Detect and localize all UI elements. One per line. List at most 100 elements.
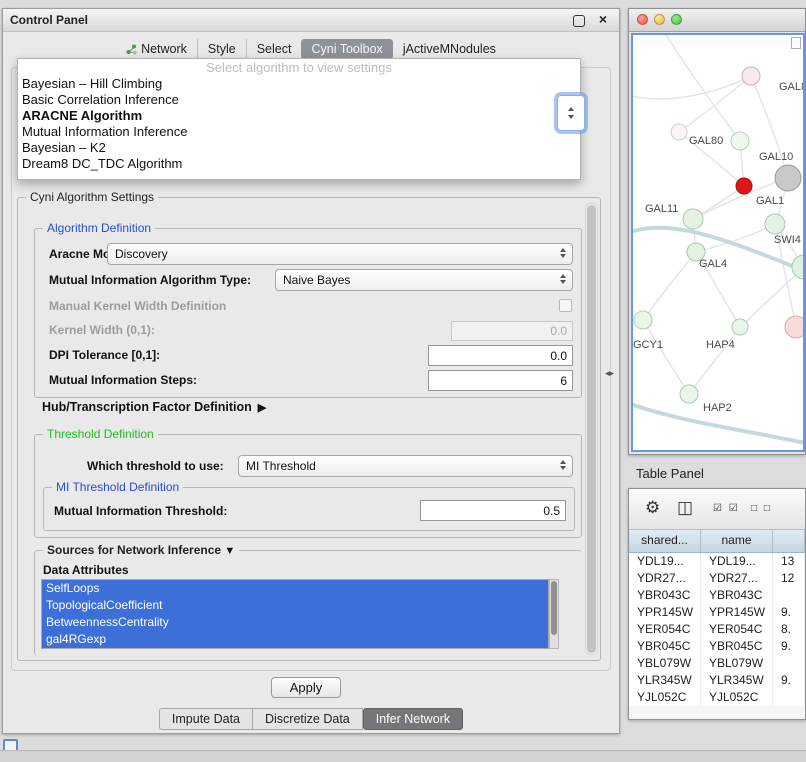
cell: YDL19... (629, 553, 701, 570)
algorithm-option[interactable]: Bayesian – Hill Climbing (18, 76, 580, 92)
algorithm-combo-stepper[interactable] (557, 95, 585, 131)
cell: YPR145W (701, 604, 773, 621)
aracne-mode-combobox[interactable]: Discovery (107, 243, 573, 265)
float-window-icon[interactable] (573, 15, 585, 27)
column-header-name[interactable]: name (701, 530, 773, 552)
column-header-partial[interactable] (773, 530, 805, 552)
cell: YDL19... (701, 553, 773, 570)
combo-stepper-icon (557, 274, 568, 284)
mi-threshold-field[interactable] (420, 500, 566, 521)
table-row[interactable]: YDL19... YDL19... 13 (629, 553, 805, 570)
algorithm-option[interactable]: Mutual Information Inference (18, 124, 580, 140)
settings-scrollbar[interactable] (585, 203, 598, 655)
scrollbar-thumb[interactable] (551, 581, 557, 635)
graph-node (731, 132, 749, 150)
cell: YBR043C (701, 587, 773, 604)
tab-infer-network[interactable]: Infer Network (363, 708, 463, 730)
tab-style[interactable]: Style (197, 39, 246, 59)
sources-group: Sources for Network Inference ▼ Data Att… (34, 550, 582, 656)
node-label: GAL4 (699, 258, 727, 270)
cell: YBR045C (701, 638, 773, 655)
scrollbar-thumb[interactable] (587, 205, 596, 653)
threshold-definition-title: Threshold Definition (43, 427, 158, 441)
apply-button[interactable]: Apply (271, 677, 341, 698)
cell: YBR045C (629, 638, 701, 655)
sources-toggle[interactable]: Sources for Network Inference ▼ (43, 543, 239, 557)
mi-type-combobox[interactable]: Naive Bayes (275, 269, 573, 291)
cell: YDR27... (701, 570, 773, 587)
cell: YDR27... (629, 570, 701, 587)
table-row[interactable]: YER054C YER054C 8. (629, 621, 805, 638)
mi-steps-field[interactable] (428, 370, 573, 391)
node-label: HAP4 (706, 339, 735, 351)
attribute-item-selected[interactable]: gal4RGexp (42, 631, 548, 648)
up-arrow-icon (568, 107, 574, 111)
hub-definition-toggle[interactable]: Hub/Transcription Factor Definition ▶ (42, 400, 266, 414)
network-canvas[interactable]: GAL8 GAL80 GAL10 GAL11 GAL1 SWI4 GAL4 GC… (631, 33, 805, 452)
manual-kernel-checkbox[interactable] (559, 299, 572, 312)
node-label: GAL1 (756, 195, 784, 207)
combo-stepper-icon (557, 248, 568, 258)
table-row[interactable]: YLR345W YLR345W 9. (629, 672, 805, 689)
algorithm-option-selected[interactable]: ARACNE Algorithm (18, 108, 580, 124)
cyni-algorithm-settings-group: Cyni Algorithm Settings Algorithm Defini… (17, 197, 601, 661)
attribute-item-selected[interactable]: SelfLoops (42, 580, 548, 597)
graph-node-hap2 (680, 385, 698, 403)
algorithm-option[interactable]: Basic Correlation Inference (18, 92, 580, 108)
graph-node-swi4 (792, 255, 805, 279)
zoom-traffic-light[interactable] (671, 14, 682, 25)
attribute-item-selected[interactable]: TopologicalCoefficient (42, 597, 548, 614)
column-header-shared[interactable]: shared... (629, 530, 701, 552)
algorithm-option[interactable]: Dream8 DC_TDC Algorithm (18, 156, 580, 172)
data-attributes-label: Data Attributes (43, 563, 129, 577)
table-row[interactable]: YBR045C YBR045C 9. (629, 638, 805, 655)
control-panel-tabs: Network Style Select Cyni Toolbox jActiv… (3, 39, 619, 59)
table-body: YDL19... YDL19... 13 YDR27... YDR27... 1… (629, 553, 805, 706)
which-threshold-combobox[interactable]: MI Threshold (238, 455, 573, 477)
panel-divider-handle[interactable]: ◂▸ (605, 368, 614, 379)
cell: YBL079W (629, 655, 701, 672)
cell: YBL079W (701, 655, 773, 672)
tab-select[interactable]: Select (246, 39, 302, 59)
table-row[interactable]: YBR043C YBR043C (629, 587, 805, 604)
table-row[interactable]: YBL079W YBL079W (629, 655, 805, 672)
graph-node-gcy1 (634, 311, 652, 329)
manual-kernel-label: Manual Kernel Width Definition (49, 299, 226, 313)
table-row[interactable]: YPR145W YPR145W 9. (629, 604, 805, 621)
table-panel-window: ⚙ ◫ ☑ ☑ □ □ shared... name YDL19... YDL1… (628, 488, 806, 720)
table-row[interactable]: YDR27... YDR27... 12 (629, 570, 805, 587)
cell (773, 587, 805, 604)
tab-label: jActiveMNodules (403, 42, 496, 56)
cell: YJL052C (629, 689, 701, 706)
tab-network[interactable]: Network (116, 39, 197, 59)
cell: YJL052C (701, 689, 773, 706)
algorithm-option[interactable]: Bayesian – K2 (18, 140, 580, 156)
control-panel-window: Control Panel × Network Style Select Cyn… (2, 8, 620, 734)
gear-icon[interactable]: ⚙ (645, 498, 660, 518)
tab-impute-data[interactable]: Impute Data (159, 708, 253, 730)
minimize-traffic-light[interactable] (654, 14, 665, 25)
aracne-mode-value: Discovery (115, 247, 168, 261)
scrollbar-corner (791, 37, 801, 49)
close-traffic-light[interactable] (637, 14, 648, 25)
columns-icon[interactable]: ◫ (677, 498, 693, 518)
cell: YER054C (629, 621, 701, 638)
dpi-tolerance-field[interactable] (428, 345, 573, 366)
table-row[interactable]: YJL052C YJL052C (629, 689, 805, 706)
tab-label: Cyni Toolbox (311, 42, 382, 56)
tab-jactivemodules[interactable]: jActiveMNodules (393, 39, 506, 59)
tab-discretize-data[interactable]: Discretize Data (253, 708, 363, 730)
select-all-checks-icon[interactable]: ☑ ☑ (713, 503, 740, 514)
cell: 9. (773, 638, 805, 655)
attribute-list-scrollbar[interactable] (549, 579, 559, 649)
graph-node (732, 319, 748, 335)
tab-cyni-toolbox[interactable]: Cyni Toolbox (301, 39, 392, 59)
cell: 8. (773, 621, 805, 638)
deselect-all-checks-icon[interactable]: □ □ (751, 503, 772, 514)
mi-type-value: Naive Bayes (283, 273, 350, 287)
attribute-item-selected[interactable]: BetweennessCentrality (42, 614, 548, 631)
cell: YER054C (701, 621, 773, 638)
graph-node-red (736, 178, 752, 194)
data-attributes-list[interactable]: SelfLoops TopologicalCoefficient Between… (41, 579, 549, 649)
close-icon[interactable]: × (599, 11, 607, 27)
